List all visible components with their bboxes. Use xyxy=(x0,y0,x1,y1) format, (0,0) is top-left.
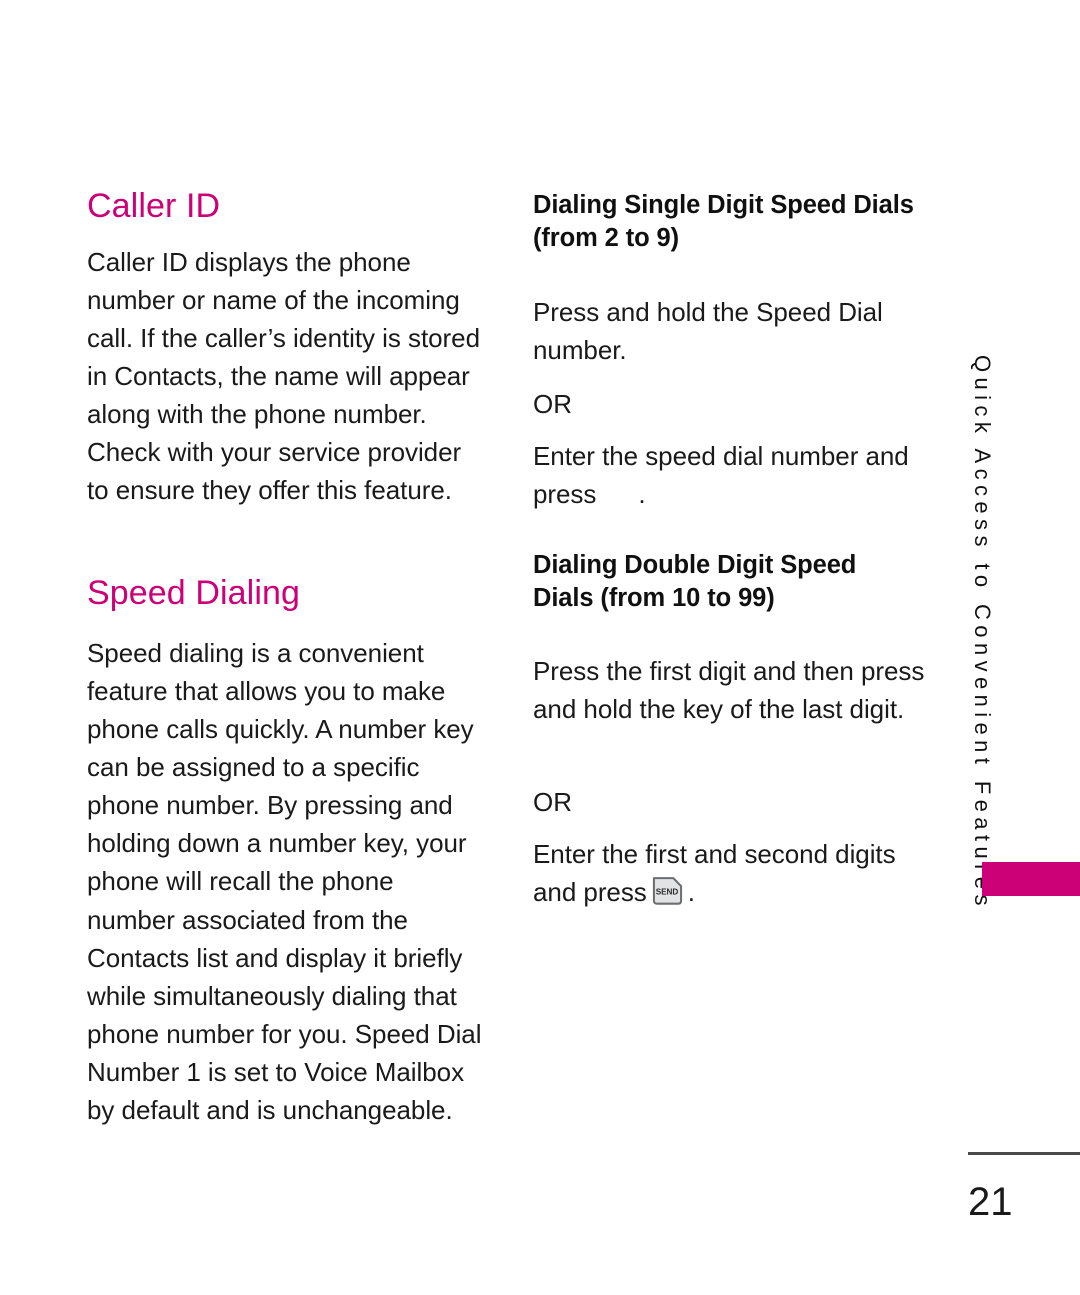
side-tab-label: Quick Access to Convenient Features xyxy=(970,355,995,911)
missing-key-icon-placeholder xyxy=(596,502,638,503)
double-digit-alt-prefix: Enter the first and second digits and pr… xyxy=(533,839,896,908)
paragraph-single-digit-alt: Enter the speed dial number and press. xyxy=(533,437,933,513)
page-number: 21 xyxy=(968,1180,1013,1224)
or-label-double-digit: OR xyxy=(533,787,572,817)
manual-page: Caller ID Caller ID displays the phone n… xyxy=(0,0,1080,1295)
section-heading-caller-id: Caller ID xyxy=(87,187,221,225)
subheading-dialing-single-digit: Dialing Single Digit Speed Dials (from 2… xyxy=(533,191,914,253)
paragraph-speed-dialing: Speed dialing is a convenient feature th… xyxy=(87,638,482,1125)
paragraph-double-digit: Press the first digit and then press and… xyxy=(533,656,925,725)
paragraph-double-digit-alt: Enter the first and second digits and pr… xyxy=(533,835,933,911)
double-digit-alt-suffix: . xyxy=(687,877,695,908)
footer-divider xyxy=(968,1152,1080,1155)
single-digit-alt-suffix: . xyxy=(638,479,646,510)
section-heading-speed-dialing: Speed Dialing xyxy=(87,574,301,612)
or-label-single-digit: OR xyxy=(533,389,572,419)
paragraph-single-digit: Press and hold the Speed Dial number. xyxy=(533,297,883,366)
send-key-icon-label: SEND xyxy=(656,888,679,897)
send-key-icon: SEND xyxy=(650,875,685,907)
paragraph-caller-id: Caller ID displays the phone number or n… xyxy=(87,247,480,506)
subheading-dialing-double-digit: Dialing Double Digit Speed Dials (from 1… xyxy=(533,551,857,613)
side-tab-marker xyxy=(982,862,1080,896)
single-digit-alt-prefix: Enter the speed dial number and press xyxy=(533,441,909,510)
